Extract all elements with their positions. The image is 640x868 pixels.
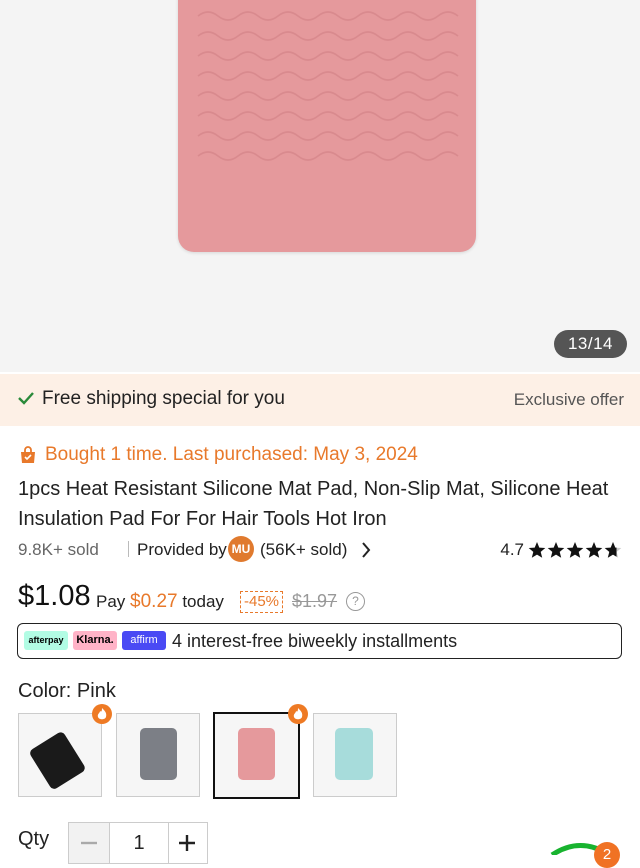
store-avatar[interactable]: MU [228, 536, 254, 562]
increase-button[interactable] [167, 823, 207, 863]
chevron-right-icon[interactable] [360, 540, 372, 560]
sold-count: 9.8K+ sold [18, 540, 99, 559]
shipping-text: Free shipping special for you [42, 388, 285, 409]
original-price: $1.97 [292, 591, 338, 611]
discount-badge: -45% [240, 591, 284, 613]
purchase-history: Bought 1 time. Last purchased: May 3, 20… [18, 444, 418, 466]
rating-stars [528, 541, 622, 559]
star-icons [528, 542, 622, 558]
shopping-bag-icon [21, 446, 35, 463]
current-price: $1.08 [18, 580, 91, 612]
image-counter: 13/14 [553, 330, 627, 358]
qty-label: Qty [18, 828, 50, 850]
hot-icon [288, 704, 308, 724]
afterpay-logo: afterpay [24, 631, 68, 650]
product-image [178, 0, 476, 252]
pink-mat-thumbnail [238, 728, 275, 780]
flame-icon [97, 708, 107, 720]
plus-icon [179, 835, 195, 851]
decrease-button[interactable] [69, 823, 109, 863]
hot-icon [92, 704, 112, 724]
pay-amount: $0.27 [130, 591, 178, 612]
rating-value: 4.7 [500, 540, 524, 559]
color-option-teal[interactable] [313, 713, 397, 797]
quantity-stepper: 1 [68, 822, 208, 864]
store-sold-count[interactable]: (56K+ sold) [260, 540, 347, 560]
divider [128, 541, 129, 557]
provided-by-label: Provided by [137, 540, 227, 559]
installments-text: 4 interest-free biweekly installments [172, 631, 458, 651]
color-option-pink[interactable] [213, 712, 300, 799]
check-icon [18, 392, 34, 405]
product-title: 1pcs Heat Resistant Silicone Mat Pad, No… [18, 478, 609, 530]
teal-mat-thumbnail [335, 728, 373, 780]
product-rating[interactable]: 4.7 [500, 540, 622, 560]
klarna-logo: Klarna. [73, 631, 117, 650]
color-label: Color: Pink [18, 680, 116, 702]
pay-prefix: Pay [96, 592, 126, 611]
product-meta-row: 9.8K+ sold Provided by MU (56K+ sold) 4.… [18, 536, 622, 562]
affirm-logo: affirm [122, 631, 166, 650]
installments-banner[interactable]: afterpay Klarna. affirm 4 interest-free … [17, 623, 622, 659]
product-image-gallery[interactable]: 13/14 [0, 0, 640, 372]
pay-suffix: today [182, 592, 224, 611]
flame-icon [293, 708, 303, 720]
minus-icon [81, 841, 97, 845]
quantity-value[interactable]: 1 [109, 823, 169, 863]
cart-count-badge: 2 [594, 842, 620, 868]
pay-today: Pay $0.27 today [96, 591, 224, 613]
color-option-gray[interactable] [116, 713, 200, 797]
purchase-history-text: Bought 1 time. Last purchased: May 3, 20… [45, 444, 418, 465]
exclusive-offer-label: Exclusive offer [513, 390, 624, 409]
wave-pattern [197, 11, 459, 161]
color-option-black[interactable] [18, 713, 102, 797]
info-icon[interactable]: ? [346, 592, 365, 611]
gray-mat-thumbnail [140, 728, 177, 780]
black-mat-thumbnail [30, 732, 85, 789]
free-shipping-banner[interactable]: Free shipping special for you Exclusive … [0, 374, 640, 426]
